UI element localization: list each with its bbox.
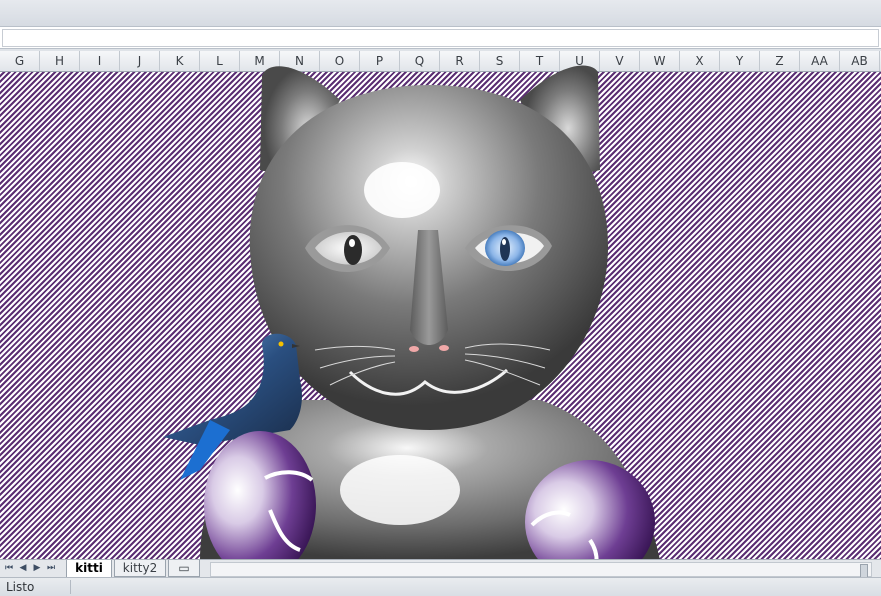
- kitty-artwork: [163, 65, 660, 584]
- last-sheet-icon[interactable]: ⏭: [45, 562, 57, 574]
- sheet-tabs-bar: ⏮ ◀ ▶ ⏭ kitti kitty2 ▭: [0, 559, 881, 580]
- status-divider: [70, 580, 71, 594]
- status-bar: Listo: [0, 577, 881, 596]
- horizontal-scrollbar[interactable]: [210, 562, 872, 580]
- status-text: Listo: [6, 580, 35, 594]
- next-sheet-icon[interactable]: ▶: [31, 562, 43, 574]
- insert-sheet-icon[interactable]: ▭: [168, 560, 200, 577]
- first-sheet-icon[interactable]: ⏮: [3, 562, 15, 574]
- prev-sheet-icon[interactable]: ◀: [17, 562, 29, 574]
- tab-kitti[interactable]: kitti: [66, 560, 112, 578]
- tab-kitty2[interactable]: kitty2: [114, 560, 166, 577]
- left-yarn-ball: [204, 431, 316, 579]
